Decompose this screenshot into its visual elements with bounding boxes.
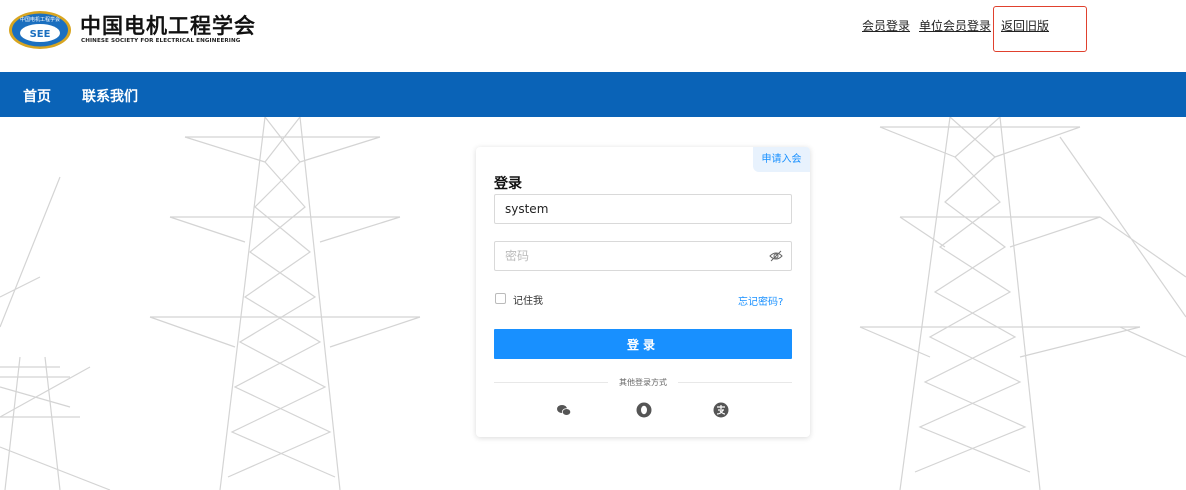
logo-emblem-icon: SEE 中国电机工程学会 [9,11,71,49]
apply-membership-button[interactable]: 申请入会 [753,147,810,172]
member-login-link[interactable]: 会员登录 [862,17,910,34]
password-input[interactable] [494,241,792,271]
org-name-cn: 中国电机工程学会 [80,14,256,38]
main-nav: 首页 联系我们 [0,72,1186,117]
username-input[interactable] [494,194,792,224]
eye-hidden-icon[interactable] [769,250,783,262]
qq-icon[interactable] [636,402,652,418]
wechat-icon[interactable] [556,402,572,418]
alipay-icon[interactable] [713,402,729,418]
divider-left [494,382,608,383]
login-title: 登录 [494,176,522,192]
highlight-annotation-box [993,6,1087,52]
logo-arc-text: 中国电机工程学会 [20,16,60,23]
remember-me-checkbox[interactable] [495,293,506,304]
logo-badge-text: SEE [30,29,51,40]
nav-item-home[interactable]: 首页 [23,86,51,106]
other-login-methods-label: 其他登录方式 [619,378,667,387]
remember-me-label: 记住我 [513,296,543,307]
unit-member-login-link[interactable]: 单位会员登录 [919,17,991,34]
forgot-password-link[interactable]: 忘记密码? [738,293,783,308]
login-button[interactable]: 登录 [494,329,792,359]
divider-right [678,382,792,383]
header: SEE 中国电机工程学会 中国电机工程学会 CHINESE SOCIETY FO… [0,0,1186,72]
login-card: 申请入会 登录 记住我 忘记密码? 登录 其他登录方式 [476,147,810,437]
nav-item-contact[interactable]: 联系我们 [82,86,138,106]
org-name-en: CHINESE SOCIETY FOR ELECTRICAL ENGINEERI… [81,38,241,44]
